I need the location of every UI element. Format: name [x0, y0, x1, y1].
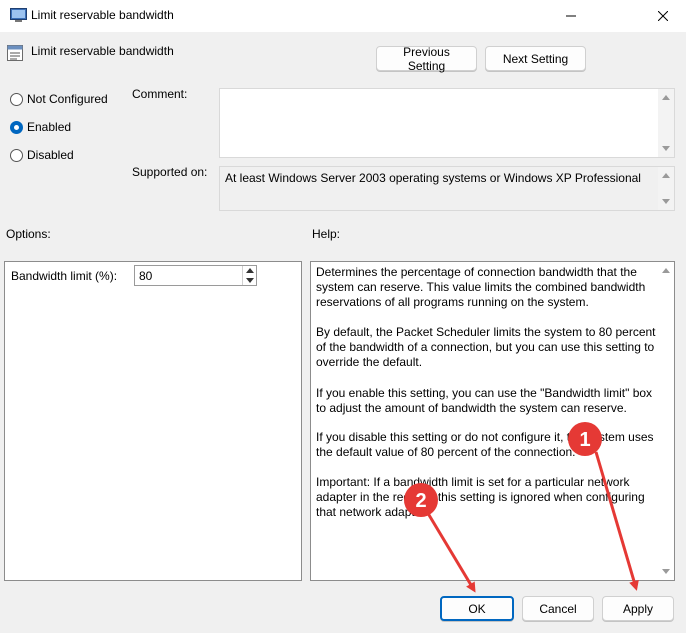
scroll-down-icon[interactable] [662, 569, 670, 574]
radio-label: Disabled [27, 148, 74, 162]
options-panel: Bandwidth limit (%): 80 [4, 261, 302, 581]
policy-setting-icon [7, 45, 23, 61]
comment-textarea[interactable] [219, 88, 675, 158]
help-paragraph: If you disable this setting or do not co… [316, 430, 654, 459]
spin-down-icon[interactable] [246, 278, 254, 283]
radio-button[interactable] [10, 148, 23, 162]
comment-scrollbar[interactable] [658, 89, 674, 157]
scroll-up-icon[interactable] [662, 95, 670, 100]
supported-on-value: At least Windows Server 2003 operating s… [225, 171, 641, 185]
help-paragraph: If you enable this setting, you can use … [316, 386, 653, 415]
close-button[interactable] [640, 0, 686, 32]
previous-setting-button[interactable]: Previous Setting [376, 45, 477, 73]
radio-label: Not Configured [27, 92, 108, 106]
minimize-icon [566, 15, 576, 17]
policy-window-icon [10, 8, 27, 22]
scroll-up-icon[interactable] [662, 268, 670, 273]
minimize-button[interactable] [548, 0, 594, 32]
radio-enabled[interactable]: Enabled [10, 120, 71, 134]
comment-label: Comment: [132, 87, 188, 101]
ok-button[interactable]: OK [440, 596, 514, 621]
bandwidth-limit-spinbox[interactable]: 80 [134, 265, 257, 286]
spin-up-icon[interactable] [246, 268, 254, 273]
cancel-button[interactable]: Cancel [522, 596, 594, 621]
radio-label: Enabled [27, 120, 72, 134]
radio-not-configured[interactable]: Not Configured [10, 92, 108, 106]
radio-button-checked[interactable] [10, 120, 23, 134]
help-panel: Determines the percentage of connection … [310, 261, 675, 581]
close-icon [658, 11, 668, 21]
help-paragraph: Determines the percentage of connection … [316, 265, 646, 309]
help-paragraph: By default, the Packet Scheduler limits … [316, 325, 656, 369]
supported-on-label: Supported on: [132, 165, 208, 179]
bandwidth-limit-value[interactable]: 80 [139, 269, 152, 283]
supported-scrollbar[interactable] [658, 167, 674, 210]
spin-buttons[interactable] [242, 266, 256, 285]
help-label: Help: [312, 227, 341, 241]
scroll-down-icon[interactable] [662, 146, 670, 151]
bandwidth-limit-label: Bandwidth limit (%): [11, 269, 118, 283]
options-label: Options: [6, 227, 51, 241]
radio-button[interactable] [10, 92, 23, 106]
supported-on-field: At least Windows Server 2003 operating s… [219, 166, 675, 211]
scroll-down-icon[interactable] [662, 199, 670, 204]
radio-disabled[interactable]: Disabled [10, 148, 74, 162]
apply-button[interactable]: Apply [602, 596, 674, 621]
setting-title: Limit reservable bandwidth [31, 44, 174, 58]
next-setting-button[interactable]: Next Setting [485, 46, 586, 71]
title-bar: Limit reservable bandwidth [0, 0, 686, 32]
scroll-up-icon[interactable] [662, 173, 670, 178]
help-paragraph: Important: If a bandwidth limit is set f… [316, 475, 645, 519]
help-scrollbar[interactable] [658, 262, 674, 580]
window-title: Limit reservable bandwidth [31, 8, 174, 22]
